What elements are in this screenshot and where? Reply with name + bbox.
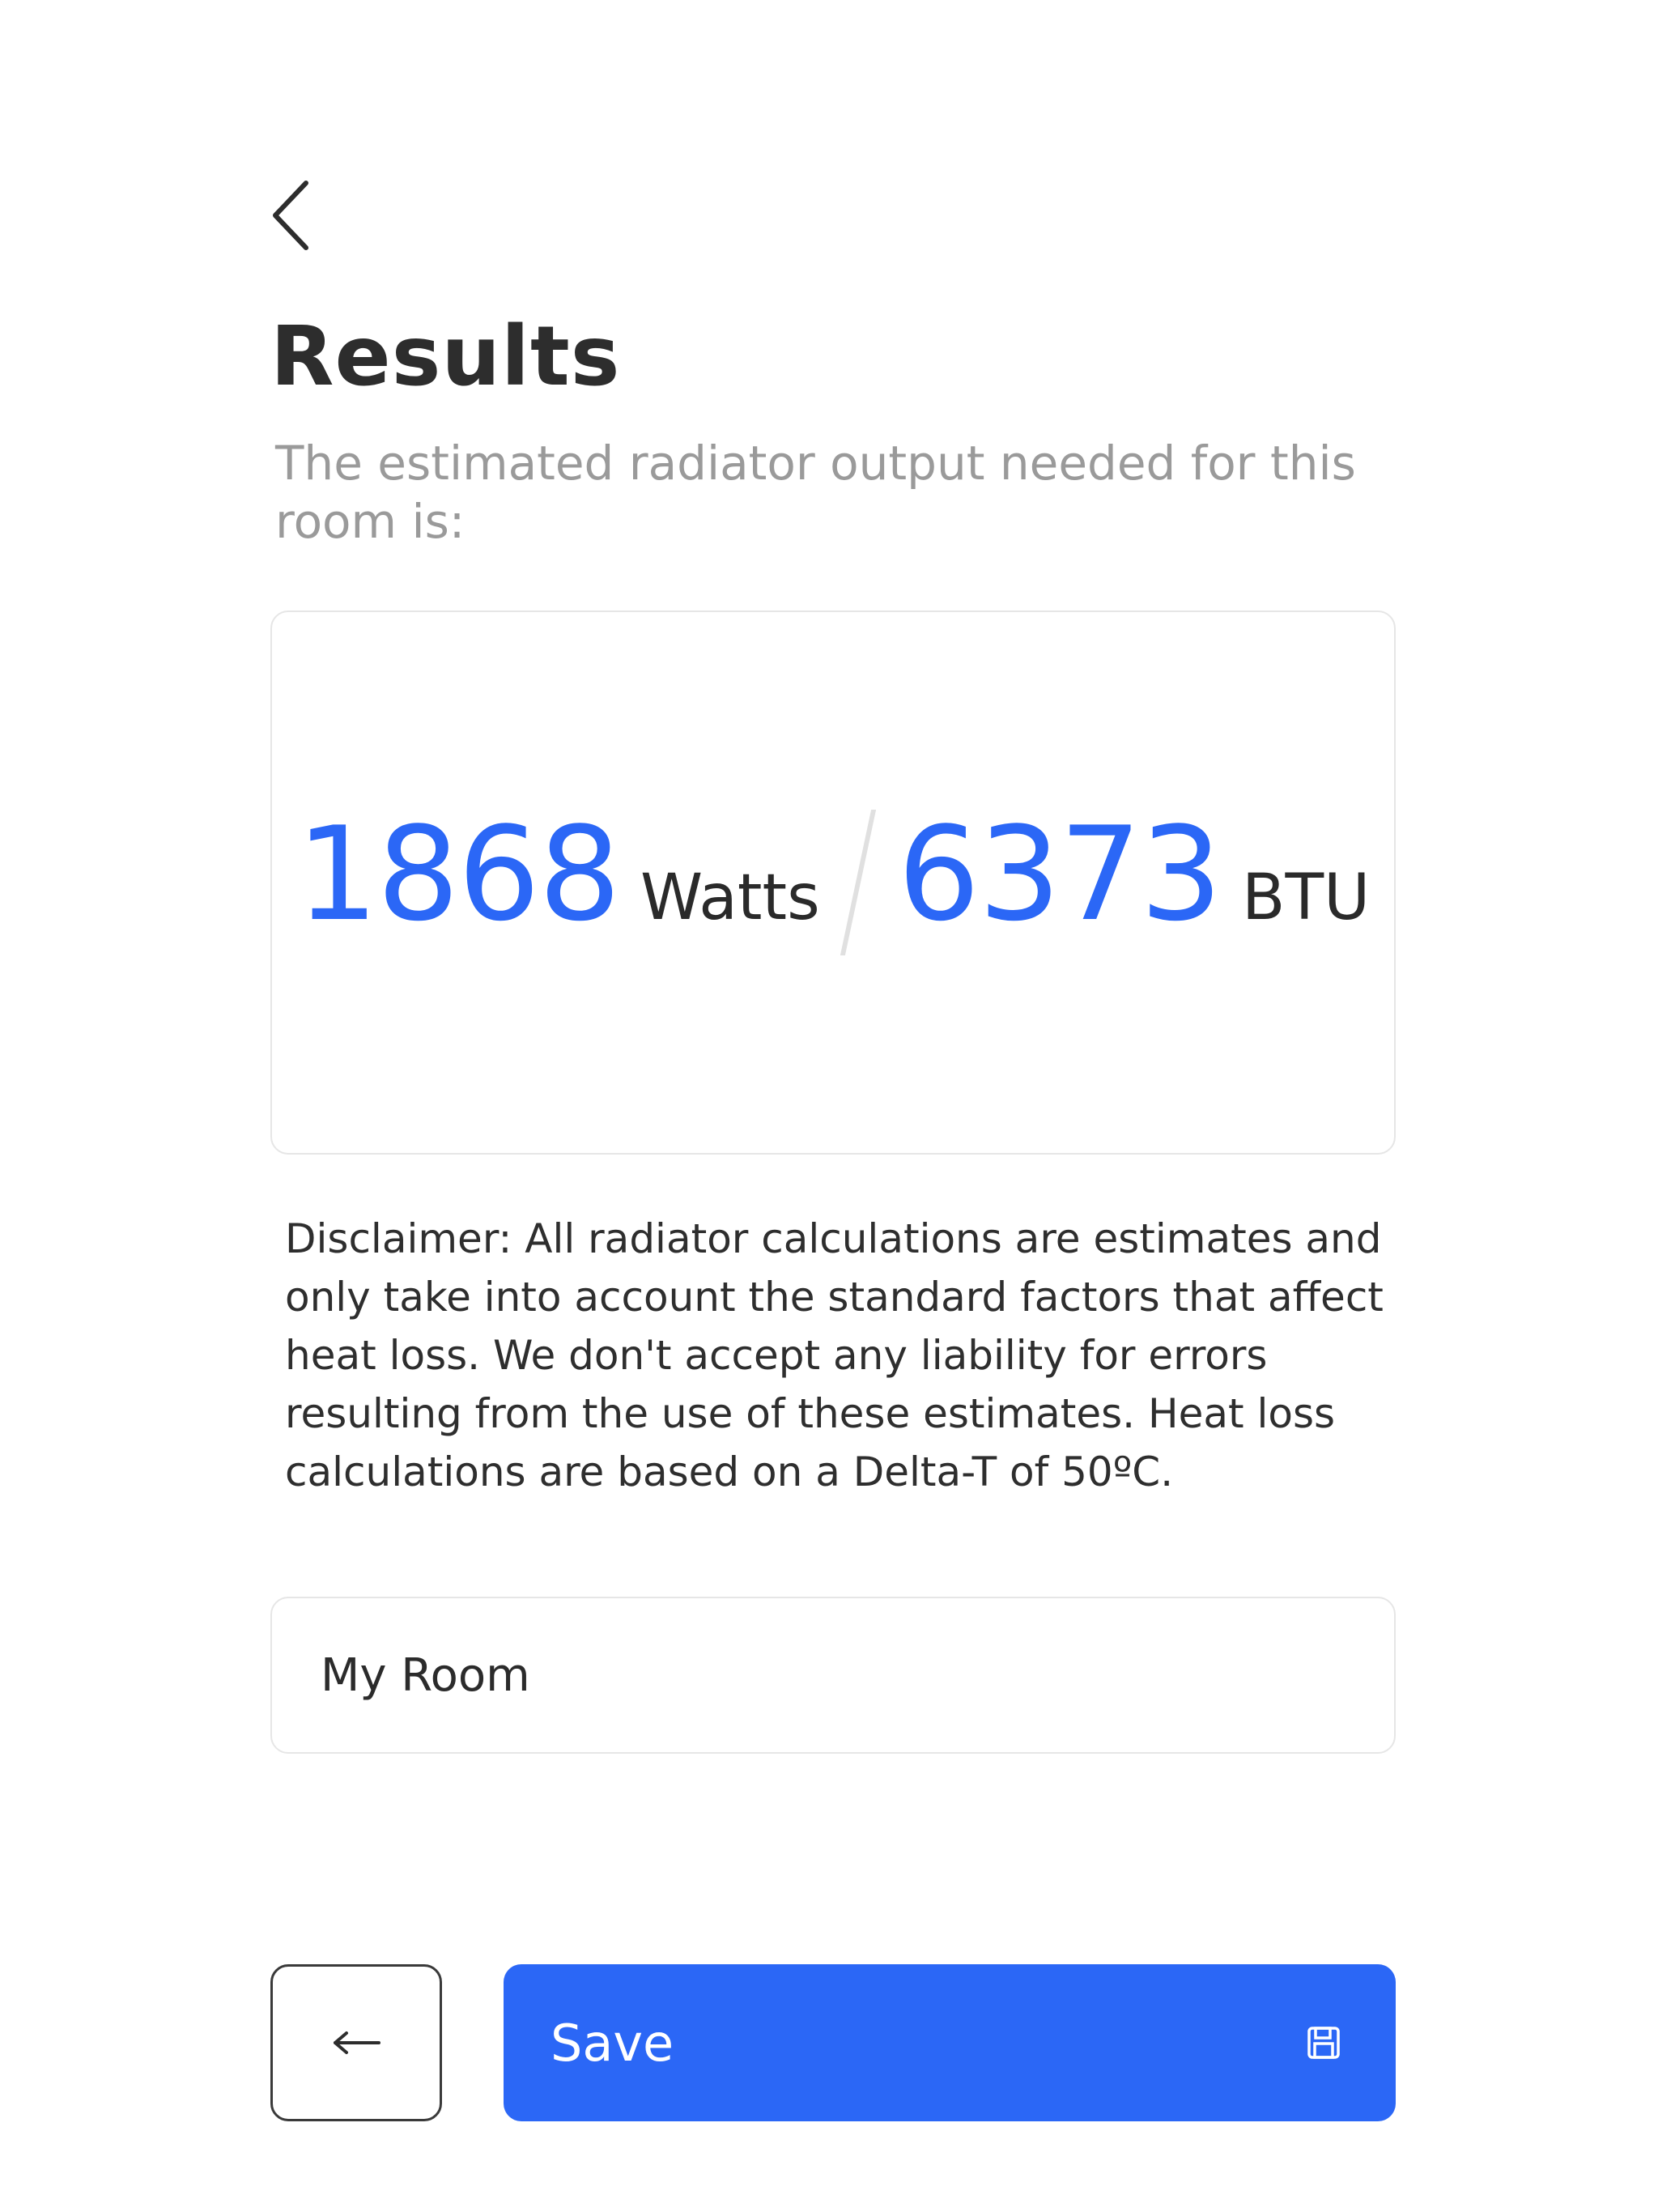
btu-unit: BTU [1241, 861, 1371, 934]
room-name-input[interactable] [272, 1598, 1394, 1752]
back-button[interactable] [270, 1964, 442, 2121]
chevron-left-icon [273, 181, 308, 250]
watts-unit: Watts [640, 861, 820, 934]
result-line: 1868 Watts 6373 BTU [296, 810, 1370, 955]
page-title: Results [270, 308, 621, 405]
save-button[interactable]: Save [504, 1964, 1396, 2121]
watts-value: 1868 [295, 798, 621, 950]
slash-divider [840, 810, 876, 955]
btu-value: 6373 [897, 798, 1222, 950]
back-chevron-button[interactable] [267, 177, 316, 254]
page-subtitle: The estimated radiator output needed for… [275, 436, 1356, 549]
floppy-disk-icon [1307, 2027, 1340, 2059]
disclaimer-text: Disclaimer: All radiator calculations ar… [285, 1215, 1384, 1495]
arrow-left-icon [334, 2031, 380, 2054]
result-card: 1868 Watts 6373 BTU [270, 610, 1396, 1155]
save-label: Save [551, 2013, 674, 2073]
room-name-field [270, 1597, 1396, 1754]
